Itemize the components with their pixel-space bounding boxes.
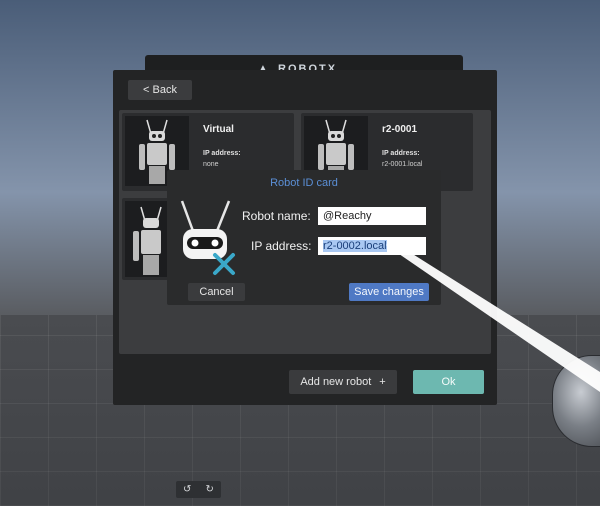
robot-card-new[interactable] (122, 198, 172, 280)
ip-address-input[interactable]: r2-0002.local (318, 237, 426, 255)
robot-ip-value: r2-0001.local (382, 161, 423, 168)
undo-icon[interactable]: ↺ (183, 484, 191, 495)
cancel-button[interactable]: Cancel (188, 283, 245, 301)
back-button[interactable]: < Back (128, 80, 192, 100)
ok-button[interactable]: Ok (413, 370, 484, 394)
undo-redo-bar: ↺ ↻ (176, 481, 221, 498)
add-new-robot-label: Add new robot (300, 376, 372, 388)
ip-address-label: IP address: (251, 239, 312, 253)
add-new-robot-button[interactable]: Add new robot + (289, 370, 397, 394)
dialog-title: Robot ID card (270, 177, 338, 189)
robot-thumbnail (125, 201, 169, 277)
plus-icon: + (379, 376, 386, 388)
save-changes-button[interactable]: Save changes (349, 283, 429, 301)
robot-ip-label: IP address: (203, 150, 241, 157)
ip-address-selected-text: r2-0002.local (323, 240, 387, 252)
robot-ip-label: IP address: (382, 150, 420, 157)
robot-name-label: Robot name: (242, 209, 311, 223)
robot-name: r2-0001 (382, 124, 418, 135)
robot-name: Virtual (203, 124, 234, 135)
robot-avatar-icon (173, 193, 237, 279)
redo-icon[interactable]: ↻ (206, 484, 214, 495)
robot-ip-value: none (203, 161, 219, 168)
robot-icon (133, 206, 162, 275)
robot-name-input[interactable] (318, 207, 426, 225)
